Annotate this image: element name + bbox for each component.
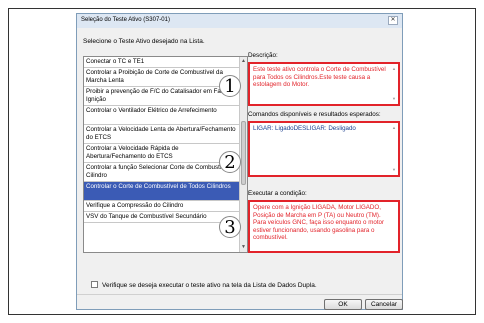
list-item[interactable]: Controlar a Proibição de Corte de Combus… xyxy=(84,68,241,87)
dual-list-checkbox[interactable] xyxy=(91,281,98,288)
title-bar: Seleção do Teste Ativo (S307-01) ✕ xyxy=(77,14,402,28)
description-box: Este teste ativo controla o Corte de Com… xyxy=(248,62,400,106)
description-scrollbar[interactable]: ▲ ▼ xyxy=(391,65,397,103)
list-item[interactable]: Proibir a prevenção de F/C do Catalisado… xyxy=(84,87,241,106)
commands-scrollbar[interactable]: ▲ ▼ xyxy=(391,124,397,174)
ok-button[interactable]: OK xyxy=(324,299,362,310)
description-text: Este teste ativo controla o Corte de Com… xyxy=(253,66,386,89)
scroll-down-icon[interactable]: ▼ xyxy=(391,166,397,174)
callout-3: 3 xyxy=(219,216,241,238)
condition-box: Opere com a Ignição LIGADA, Motor LIGADO… xyxy=(248,200,400,253)
list-item[interactable]: Controlar a Velocidade Lenta de Abertura… xyxy=(84,125,241,144)
scroll-up-icon[interactable]: ▲ xyxy=(391,124,397,132)
dual-list-option[interactable]: Verifique se deseja executar o teste ati… xyxy=(91,281,317,289)
window-title: Seleção do Teste Ativo (S307-01) xyxy=(81,17,170,23)
scroll-up-icon[interactable]: ▲ xyxy=(240,57,247,66)
list-item[interactable]: Controlar a Velocidade Rápida de Abertur… xyxy=(84,144,241,163)
callout-2: 2 xyxy=(219,151,241,173)
list-item[interactable]: Controlar o Ventilador Elétrico de Arref… xyxy=(84,106,241,125)
close-icon[interactable]: ✕ xyxy=(388,16,398,25)
dual-list-checkbox-label: Verifique se deseja executar o teste ati… xyxy=(102,282,317,289)
active-test-dialog: Seleção do Teste Ativo (S307-01) ✕ Selec… xyxy=(76,13,403,310)
list-item[interactable]: Verifique a Compressão do Cilindro xyxy=(84,201,241,212)
instruction-text: Selecione o Teste Ativo desejado na List… xyxy=(83,38,205,45)
scroll-thumb[interactable] xyxy=(241,121,246,185)
scroll-up-icon[interactable]: ▲ xyxy=(391,65,397,73)
commands-box: LIGAR: LigadoDESLIGAR: Desligado ▲ ▼ xyxy=(248,121,400,177)
commands-text: LIGAR: LigadoDESLIGAR: Desligado xyxy=(253,125,356,132)
condition-text: Opere com a Ignição LIGADA, Motor LIGADO… xyxy=(253,204,385,242)
list-item[interactable]: VSV do Tanque de Combustível Secundário xyxy=(84,212,241,223)
cancel-button[interactable]: Cancelar xyxy=(365,299,403,310)
list-item-selected[interactable]: Controlar o Corte de Combustível de Todo… xyxy=(84,182,241,201)
scroll-down-icon[interactable]: ▼ xyxy=(240,243,247,252)
commands-label: Comandos disponíveis e resultados espera… xyxy=(248,111,381,118)
callout-1: 1 xyxy=(219,75,241,97)
description-label: Descrição: xyxy=(248,52,278,59)
list-item[interactable]: Conectar o TC e TE1 xyxy=(84,57,241,68)
list-item[interactable]: Controlar a função Selecionar Corte de C… xyxy=(84,163,241,182)
condition-label: Executar a condição: xyxy=(248,190,307,197)
scroll-down-icon[interactable]: ▼ xyxy=(391,95,397,103)
divider xyxy=(77,294,402,295)
